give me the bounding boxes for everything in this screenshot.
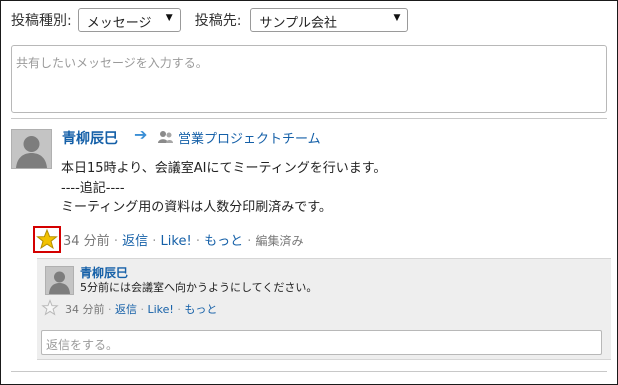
divider: [11, 118, 607, 119]
post-type-label: 投稿種別:: [11, 13, 72, 29]
post-type-value: メッセージ: [86, 16, 152, 31]
post-target-label: 投稿先:: [194, 13, 242, 29]
edited-status: 編集済み: [255, 234, 304, 248]
chevron-down-icon: ▼: [165, 13, 173, 23]
chevron-down-icon: ▼: [393, 13, 401, 23]
star-icon[interactable]: [41, 299, 59, 317]
arrow-right-icon: ➔: [134, 125, 148, 144]
post-message-line: 本日15時より、会議室AIにてミーティングを行います。: [61, 161, 387, 176]
divider: [11, 371, 607, 372]
post-type-select[interactable]: メッセージ ▼: [77, 8, 181, 32]
post-author[interactable]: 青柳辰巳: [62, 128, 118, 148]
post-options-row: 投稿種別: メッセージ ▼ 投稿先: サンプル会社 ▼: [11, 7, 409, 33]
separator: ·: [247, 234, 252, 249]
reply-input[interactable]: 返信をする。: [41, 330, 602, 355]
timeline-panel: 投稿種別: メッセージ ▼ 投稿先: サンプル会社 ▼ 共有したいメッセージを入…: [0, 0, 618, 385]
separator: ·: [177, 303, 181, 316]
message-input[interactable]: 共有したいメッセージを入力する。: [11, 45, 607, 113]
like-link[interactable]: Like!: [161, 234, 192, 249]
reply-actions: 34 分前 · 返信 · Like! · もっと: [65, 301, 217, 317]
more-link[interactable]: もっと: [204, 234, 243, 249]
reply-link[interactable]: 返信: [122, 234, 148, 249]
reply-time: 34 分前: [65, 303, 105, 316]
message-placeholder: 共有したいメッセージを入力する。: [16, 56, 208, 70]
reply-avatar[interactable]: [45, 266, 74, 295]
post-target-value: サンプル会社: [259, 16, 338, 31]
reply-reply-link[interactable]: 返信: [115, 303, 137, 316]
separator: ·: [152, 234, 157, 249]
reply-message: 5分前には会議室へ向かうようにしてください。: [80, 281, 318, 294]
group-icon: [158, 129, 173, 143]
star-icon: [36, 228, 58, 250]
user-silhouette-icon: [46, 267, 73, 294]
reply-input-placeholder: 返信をする。: [46, 338, 119, 352]
reply-more-link[interactable]: もっと: [184, 303, 217, 316]
separator: ·: [113, 234, 118, 249]
separator: ·: [108, 303, 112, 316]
avatar[interactable]: [11, 129, 52, 169]
user-silhouette-icon: [12, 130, 51, 168]
post-message-line: ミーティング用の資料は人数分印刷済みです。: [61, 200, 332, 215]
post-target-select[interactable]: サンプル会社 ▼: [250, 8, 409, 32]
post-group-link[interactable]: 営業プロジェクトチーム: [178, 128, 321, 147]
favorite-star-button[interactable]: [33, 226, 61, 253]
reply-like-link[interactable]: Like!: [148, 303, 174, 316]
post-actions: 34 分前 · 返信 · Like! · もっと · 編集済み: [63, 230, 304, 249]
separator: ·: [140, 303, 145, 316]
post-time: 34 分前: [63, 234, 110, 249]
reply-thread: 青柳辰巳 5分前には会議室へ向かうようにしてください。 34 分前 · 返信 ·…: [37, 258, 611, 360]
separator: ·: [195, 234, 200, 249]
post-message-line: ----追記----: [61, 181, 125, 196]
